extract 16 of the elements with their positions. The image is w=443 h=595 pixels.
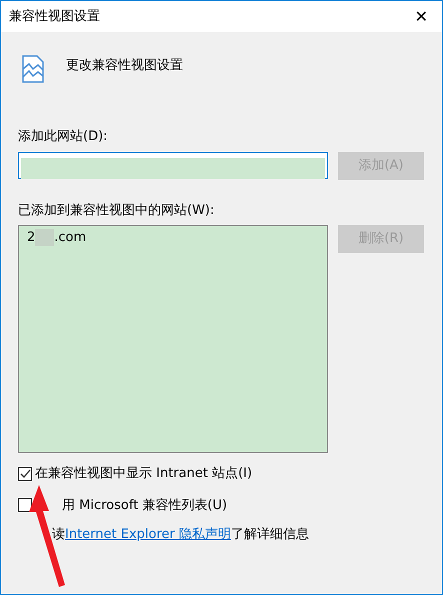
privacy-link[interactable]: Internet Explorer 隐私声明 xyxy=(65,525,232,544)
site-item[interactable]: 2 .com xyxy=(27,229,327,246)
checkbox[interactable] xyxy=(18,466,32,481)
checkbox-label: 用 Microsoft 兼容性列表(U) xyxy=(62,496,228,514)
page-icon xyxy=(22,55,44,83)
window-title: 兼容性视图设置 xyxy=(9,8,100,26)
sites-list[interactable]: 2 .com xyxy=(18,225,328,453)
site-input-field[interactable] xyxy=(18,152,328,178)
add-site-label: 添加此网站(D): xyxy=(18,128,109,146)
checkbox-label: 在兼容性视图中显示 Intranet 站点(I) xyxy=(35,465,252,483)
privacy-text-end: 了解详细信息 xyxy=(231,526,310,544)
header-text: 更改兼容性视图设置 xyxy=(66,57,183,75)
close-button[interactable]: ✕ xyxy=(410,4,432,28)
privacy-text: 读 xyxy=(52,526,65,544)
sites-label: 已添加到兼容性视图中的网站(W): xyxy=(18,202,216,220)
checkbox[interactable] xyxy=(18,498,32,512)
